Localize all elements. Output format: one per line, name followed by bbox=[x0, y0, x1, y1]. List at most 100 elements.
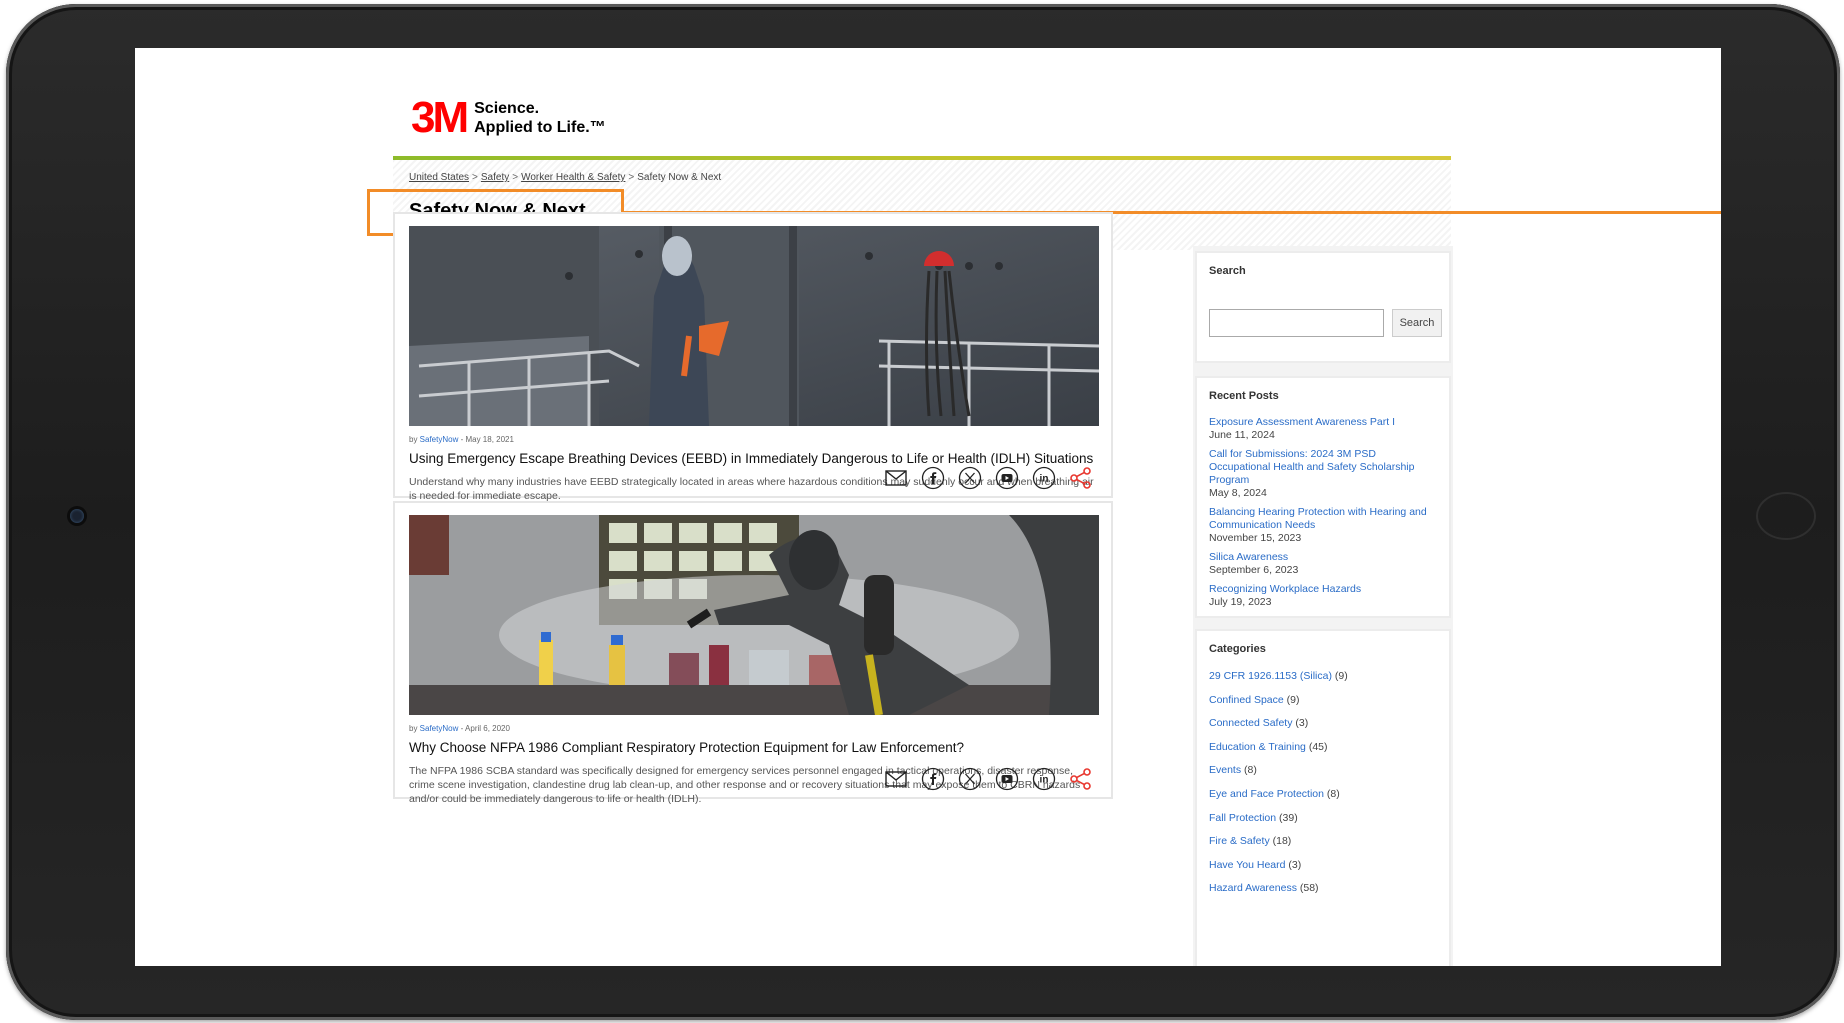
breadcrumb-united-states[interactable]: United States bbox=[409, 172, 469, 183]
post-title-link[interactable]: Why Choose NFPA 1986 Compliant Respirato… bbox=[409, 740, 1109, 755]
post-author-link[interactable]: SafetyNow bbox=[420, 435, 459, 444]
youtube-icon[interactable] bbox=[994, 766, 1019, 791]
recent-post-date: November 15, 2023 bbox=[1209, 532, 1302, 544]
search-button[interactable]: Search bbox=[1392, 309, 1442, 337]
post-card: by SafetyNow - May 18, 2021 Using Emerge… bbox=[393, 212, 1113, 502]
worker-in-coverall-escape-hood-icon bbox=[409, 226, 1099, 426]
logo-3m: 3M bbox=[411, 93, 469, 142]
category-count: (8) bbox=[1241, 764, 1257, 777]
share-icon[interactable] bbox=[1068, 465, 1093, 490]
list-item: Balancing Hearing Protection with Hearin… bbox=[1209, 506, 1439, 545]
list-item: Fall Protection (39) bbox=[1209, 811, 1439, 835]
linkedin-icon[interactable]: in bbox=[1031, 465, 1056, 490]
search-input[interactable] bbox=[1209, 309, 1384, 337]
brand-logo[interactable]: 3M Science. Applied to Life.™ bbox=[411, 93, 606, 142]
list-item: Confined Space (9) bbox=[1209, 693, 1439, 717]
post-date: - April 6, 2020 bbox=[458, 724, 510, 733]
category-count: (18) bbox=[1269, 835, 1292, 848]
category-link[interactable]: Confined Space bbox=[1209, 694, 1284, 706]
camera-icon bbox=[70, 509, 84, 523]
category-link[interactable]: 29 CFR 1926.1153 (Silica) bbox=[1209, 670, 1332, 682]
x-icon[interactable] bbox=[957, 465, 982, 490]
svg-text:in: in bbox=[1039, 473, 1048, 484]
breadcrumb: United States > Safety > Worker Health & Saf… bbox=[409, 172, 722, 183]
tagline-line-1: Science. bbox=[474, 100, 540, 117]
post-by: by bbox=[409, 724, 420, 733]
share-row: in bbox=[883, 766, 1093, 791]
post-image[interactable] bbox=[409, 515, 1099, 715]
category-link[interactable]: Have You Heard bbox=[1209, 859, 1285, 871]
category-count: (9) bbox=[1283, 693, 1300, 706]
recent-posts-list: Exposure Assessment Awareness Part I Jun… bbox=[1209, 416, 1439, 615]
category-link[interactable]: Events bbox=[1209, 764, 1241, 776]
category-count: (3) bbox=[1292, 717, 1309, 730]
recent-post-date: July 19, 2023 bbox=[1209, 596, 1272, 608]
list-item: Connected Safety (3) bbox=[1209, 716, 1439, 740]
list-item: Eye and Face Protection (8) bbox=[1209, 787, 1439, 811]
recent-post-link[interactable]: Call for Submissions: 2024 3M PSD Occupa… bbox=[1209, 448, 1439, 487]
post-date: - May 18, 2021 bbox=[458, 435, 514, 444]
email-icon[interactable] bbox=[883, 766, 908, 791]
category-count: (58) bbox=[1296, 882, 1319, 895]
post-by: by bbox=[409, 435, 420, 444]
categories-heading: Categories bbox=[1209, 643, 1266, 655]
recent-posts-heading: Recent Posts bbox=[1209, 390, 1279, 402]
list-item: Events (8) bbox=[1209, 763, 1439, 787]
list-item: 29 CFR 1926.1153 (Silica) (9) bbox=[1209, 669, 1439, 693]
list-item: Recognizing Workplace Hazards July 19, 2… bbox=[1209, 583, 1439, 609]
recent-post-date: June 11, 2024 bbox=[1209, 429, 1275, 441]
list-item: Hazard Awareness (58) bbox=[1209, 881, 1439, 905]
browser-screen: 3M Science. Applied to Life.™ United Sta… bbox=[135, 48, 1721, 966]
category-link[interactable]: Eye and Face Protection bbox=[1209, 788, 1324, 800]
recent-post-date: September 6, 2023 bbox=[1209, 564, 1299, 576]
svg-text:in: in bbox=[1039, 774, 1048, 785]
list-item: Call for Submissions: 2024 3M PSD Occupa… bbox=[1209, 448, 1439, 500]
linkedin-icon[interactable]: in bbox=[1031, 766, 1056, 791]
breadcrumb-safety[interactable]: Safety bbox=[481, 172, 509, 183]
facebook-icon[interactable] bbox=[920, 465, 945, 490]
category-count: (9) bbox=[1331, 670, 1348, 682]
recent-post-link[interactable]: Balancing Hearing Protection with Hearin… bbox=[1209, 506, 1439, 532]
share-icon[interactable] bbox=[1068, 766, 1093, 791]
search-widget: Search Search bbox=[1195, 251, 1451, 363]
category-count: (45) bbox=[1305, 740, 1328, 753]
categories-list: 29 CFR 1926.1153 (Silica) (9) Confined S… bbox=[1209, 669, 1439, 905]
category-link[interactable]: Hazard Awareness bbox=[1209, 882, 1297, 894]
post-image[interactable] bbox=[409, 226, 1099, 426]
list-item: Fire & Safety (18) bbox=[1209, 834, 1439, 858]
facebook-icon[interactable] bbox=[920, 766, 945, 791]
brand-tagline: Science. Applied to Life.™ bbox=[474, 99, 606, 137]
category-link[interactable]: Fire & Safety bbox=[1209, 835, 1270, 847]
category-link[interactable]: Fall Protection bbox=[1209, 812, 1276, 824]
list-item: Have You Heard (3) bbox=[1209, 858, 1439, 882]
recent-post-date: May 8, 2024 bbox=[1209, 487, 1267, 499]
recent-posts-widget: Recent Posts Exposure Assessment Awarene… bbox=[1195, 376, 1451, 618]
category-link[interactable]: Connected Safety bbox=[1209, 717, 1292, 729]
tagline-line-2: Applied to Life.™ bbox=[474, 119, 606, 136]
email-icon[interactable] bbox=[883, 465, 908, 490]
breadcrumb-worker-health-safety[interactable]: Worker Health & Safety bbox=[521, 172, 625, 183]
post-author-link[interactable]: SafetyNow bbox=[420, 724, 459, 733]
category-count: (8) bbox=[1323, 787, 1340, 800]
category-count: (39) bbox=[1276, 811, 1298, 824]
youtube-icon[interactable] bbox=[994, 465, 1019, 490]
category-count: (3) bbox=[1285, 858, 1302, 871]
share-row: in bbox=[883, 465, 1093, 490]
post-card: by SafetyNow - April 6, 2020 Why Choose … bbox=[393, 501, 1113, 805]
categories-widget: Categories 29 CFR 1926.1153 (Silica) (9)… bbox=[1195, 629, 1451, 966]
post-title-link[interactable]: Using Emergency Escape Breathing Devices… bbox=[409, 451, 1109, 466]
x-icon[interactable] bbox=[957, 766, 982, 791]
category-link[interactable]: Education & Training bbox=[1209, 741, 1306, 753]
hazmat-responder-drug-lab-icon bbox=[409, 515, 1099, 715]
list-item: Education & Training (45) bbox=[1209, 740, 1439, 764]
recent-post-link[interactable]: Silica Awareness bbox=[1209, 551, 1439, 564]
recent-post-link[interactable]: Recognizing Workplace Hazards bbox=[1209, 583, 1439, 596]
breadcrumb-current: Safety Now & Next bbox=[637, 172, 722, 183]
list-item: Exposure Assessment Awareness Part I Jun… bbox=[1209, 416, 1439, 442]
list-item: Silica Awareness September 6, 2023 bbox=[1209, 551, 1439, 577]
search-heading: Search bbox=[1209, 265, 1246, 277]
post-meta: by SafetyNow - May 18, 2021 bbox=[409, 435, 514, 444]
home-button[interactable] bbox=[1756, 492, 1816, 540]
recent-post-link[interactable]: Exposure Assessment Awareness Part I bbox=[1209, 416, 1439, 429]
post-meta: by SafetyNow - April 6, 2020 bbox=[409, 724, 510, 733]
